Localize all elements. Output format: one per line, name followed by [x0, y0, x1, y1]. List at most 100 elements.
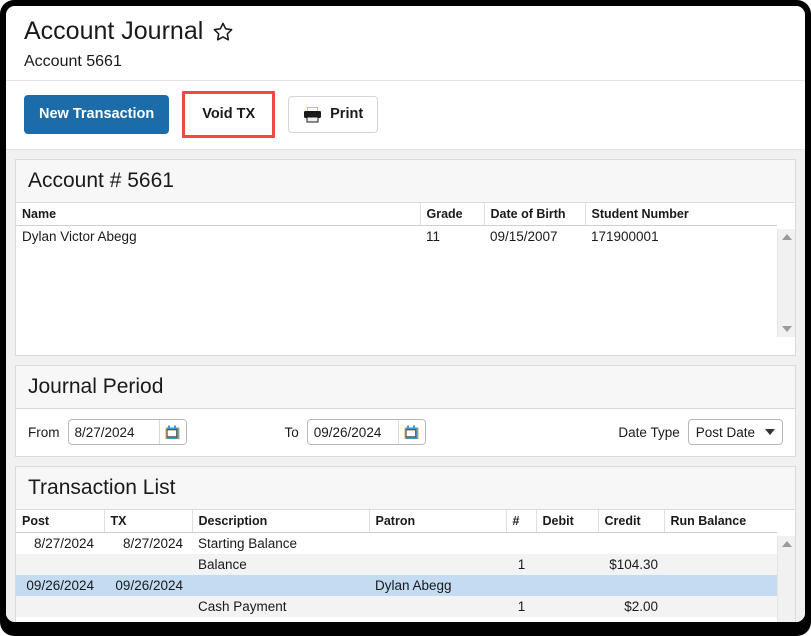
action-toolbar: New Transaction Void TX Print: [6, 81, 805, 150]
col-header-name[interactable]: Name: [16, 203, 421, 226]
cell-debit: [536, 596, 598, 617]
col-header-quantity[interactable]: #: [506, 510, 537, 533]
account-grid-scrollbar[interactable]: [777, 229, 795, 337]
cell-post: 8/27/2024: [16, 532, 104, 554]
cell-quantity: 1: [506, 554, 536, 575]
from-date-input[interactable]: [68, 420, 159, 444]
journal-period-header: Journal Period: [16, 366, 795, 409]
transaction-table: Post TX Description Patron # Debit Credi…: [16, 510, 777, 622]
to-date-input[interactable]: [307, 420, 398, 444]
cell-description: [192, 575, 369, 596]
journal-period-title: Journal Period: [28, 375, 164, 398]
page-header: Account Journal Account 5661: [6, 6, 805, 81]
to-calendar-button[interactable]: [397, 420, 425, 444]
transaction-grid-scroll: Post TX Description Patron # Debit Credi…: [16, 510, 777, 622]
transaction-list-header: Transaction List: [16, 467, 795, 510]
cell-tx: [104, 596, 192, 617]
account-grid-scroll: Name Grade Date of Birth Student Number …: [16, 203, 777, 355]
date-type-selected-value: Post Date: [695, 424, 755, 440]
cell-credit: [598, 532, 664, 554]
student-table: Name Grade Date of Birth Student Number …: [16, 203, 777, 247]
void-tx-button[interactable]: Void TX: [189, 97, 269, 132]
chevron-down-icon: [765, 429, 775, 435]
cell-patron: Dylan Abegg: [369, 575, 506, 596]
new-transaction-button[interactable]: New Transaction: [24, 95, 170, 134]
cell-patron: [369, 532, 506, 554]
transaction-table-body: 8/27/2024 8/27/2024 Starting Balance Bal…: [16, 532, 777, 622]
transaction-list-title: Transaction List: [28, 476, 176, 499]
cell-date-of-birth: 09/15/2007: [484, 225, 585, 247]
from-calendar-button[interactable]: [158, 420, 186, 444]
cell-name: Dylan Victor Abegg: [16, 225, 420, 247]
col-header-student-number[interactable]: Student Number: [585, 203, 777, 226]
cell-credit: [598, 617, 664, 622]
col-header-grade[interactable]: Grade: [420, 203, 485, 226]
transaction-table-header-row: Post TX Description Patron # Debit Credi…: [16, 510, 777, 533]
col-header-patron[interactable]: Patron: [369, 510, 507, 533]
scroll-up-arrow-icon[interactable]: [781, 541, 792, 547]
cell-run-balance: [664, 575, 777, 596]
table-row[interactable]: Cash Payment 1 $2.00: [16, 596, 777, 617]
scroll-up-arrow-icon[interactable]: [781, 234, 792, 240]
col-header-run-balance[interactable]: Run Balance: [664, 510, 777, 533]
cell-quantity: [506, 575, 536, 596]
cell-patron: [369, 596, 506, 617]
to-date-field[interactable]: [306, 419, 426, 445]
cell-credit: [598, 575, 664, 596]
page-title: Account Journal: [24, 16, 805, 46]
scroll-down-arrow-icon[interactable]: [781, 326, 792, 332]
calendar-icon: [404, 425, 419, 440]
cell-tx: [104, 554, 192, 575]
table-row[interactable]: 09/26/2024 09/26/2024 Dylan Abegg: [16, 575, 777, 596]
star-icon[interactable]: [212, 20, 234, 42]
cell-run-balance: [664, 554, 777, 575]
transaction-grid-wrapper: Post TX Description Patron # Debit Credi…: [16, 510, 795, 622]
col-header-tx[interactable]: TX: [104, 510, 193, 533]
journal-period-panel: Journal Period From 8/27/2024 To 09/26/2…: [15, 365, 796, 457]
date-type-select[interactable]: Post Date: [687, 419, 783, 445]
cell-patron: [369, 617, 506, 622]
cell-tx: 09/26/2024: [104, 575, 192, 596]
void-tx-annotation-highlight: Void TX: [182, 91, 276, 138]
printer-icon: [303, 106, 322, 123]
cell-credit: $104.30: [598, 554, 664, 575]
table-row[interactable]: Balance 1 $104.30: [16, 554, 777, 575]
print-button[interactable]: Print: [288, 96, 379, 133]
screenshot-frame: Account Journal Account 5661 New Transac…: [0, 0, 811, 636]
cell-run-balance: [664, 532, 777, 554]
cell-tx: [104, 617, 192, 622]
col-header-credit[interactable]: Credit: [598, 510, 665, 533]
app-screen: Account Journal Account 5661 New Transac…: [6, 6, 805, 622]
content-area: Account # 5661 Name Grade Date of Birth …: [6, 150, 805, 622]
account-grid-wrapper: Name Grade Date of Birth Student Number …: [16, 203, 795, 355]
page-subtitle: Account 5661: [24, 53, 122, 70]
account-grid-empty-space: [16, 247, 777, 355]
cell-tx: 8/27/2024: [104, 532, 192, 554]
col-header-date-of-birth[interactable]: Date of Birth: [484, 203, 586, 226]
cell-quantity: [506, 532, 536, 554]
cell-student-number: 171900001: [585, 225, 777, 247]
cell-description: Starting Balance: [192, 532, 369, 554]
to-label: To: [284, 424, 299, 440]
transaction-grid-scrollbar[interactable]: [777, 536, 795, 622]
calendar-icon: [165, 425, 180, 440]
cell-run-balance: [664, 596, 777, 617]
student-table-header-row: Name Grade Date of Birth Student Number: [16, 203, 777, 226]
cell-post: [16, 554, 104, 575]
from-label: From: [28, 424, 60, 440]
table-row[interactable]: Dylan Victor Abegg 11 09/15/2007 1719000…: [16, 225, 777, 247]
date-type-label: Date Type: [618, 424, 680, 440]
cell-post: [16, 596, 104, 617]
print-button-label: Print: [330, 106, 364, 122]
col-header-description[interactable]: Description: [192, 510, 370, 533]
account-panel: Account # 5661 Name Grade Date of Birth …: [15, 159, 796, 356]
cell-run-balance: $106.30: [664, 617, 777, 622]
col-header-debit[interactable]: Debit: [536, 510, 599, 533]
table-row[interactable]: 8/27/2024 8/27/2024 Starting Balance: [16, 532, 777, 554]
account-panel-title: Account # 5661: [28, 169, 174, 192]
col-header-post[interactable]: Post: [16, 510, 105, 533]
table-row[interactable]: $106.30: [16, 617, 777, 622]
from-date-field[interactable]: [67, 419, 187, 445]
cell-description: Balance: [192, 554, 369, 575]
cell-description: [192, 617, 369, 622]
